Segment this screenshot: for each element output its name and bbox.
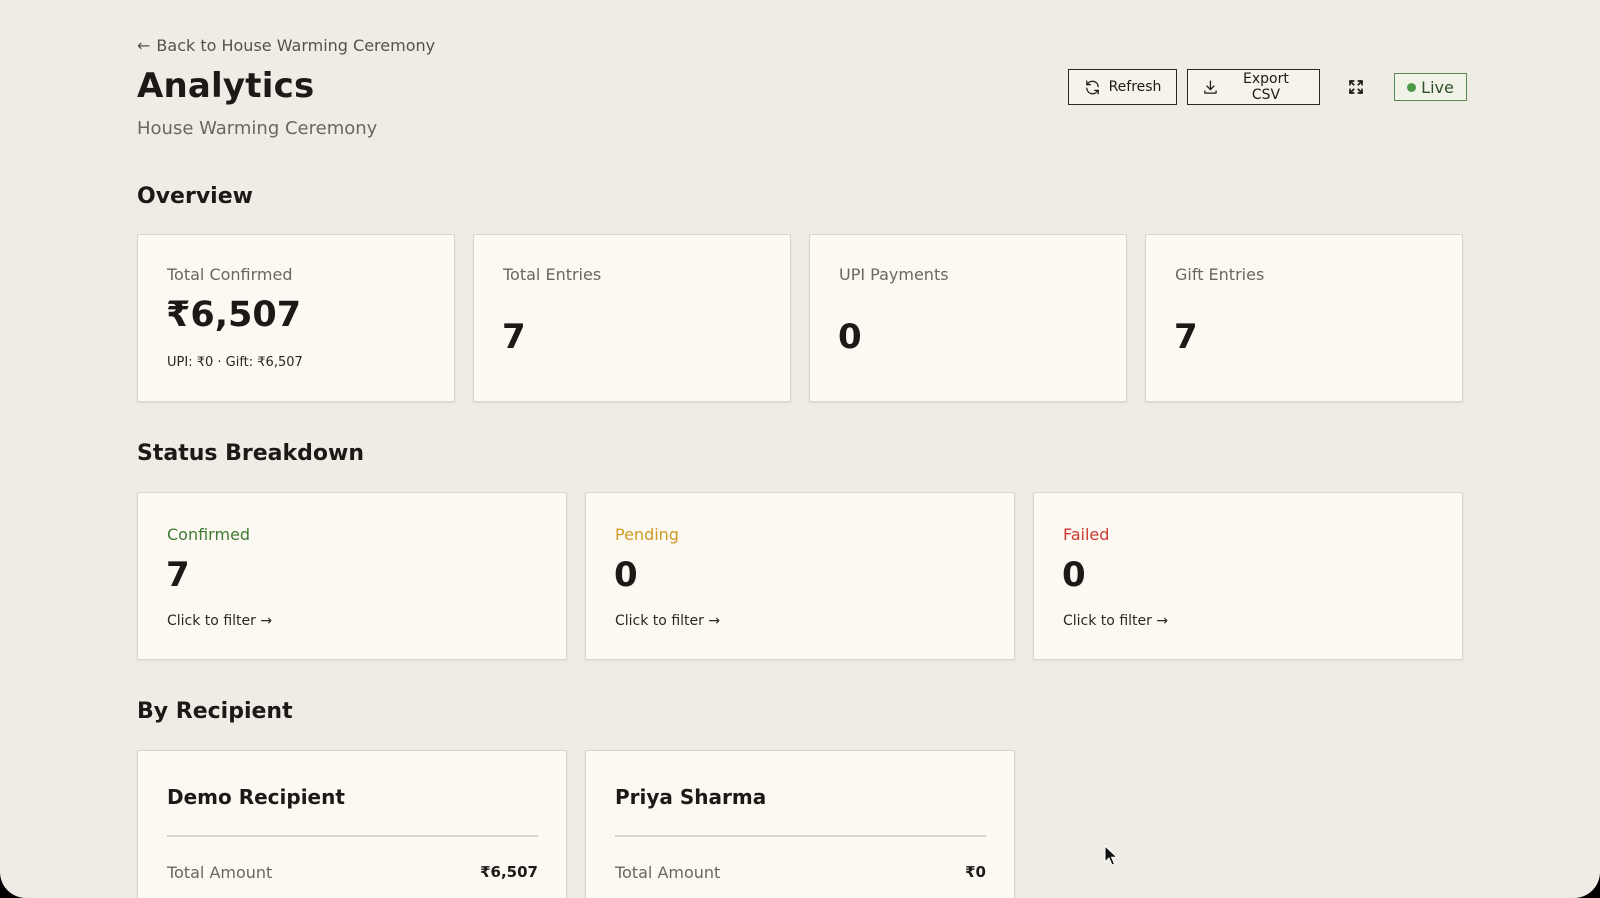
status-dot-icon [1407, 82, 1417, 92]
live-label: Live [1421, 77, 1454, 97]
card-value: 7 [1174, 317, 1198, 357]
card-value: 0 [838, 317, 862, 357]
status-value: 0 [1062, 555, 1086, 595]
recipient-card-priya: Priya Sharma Total Amount ₹0 [585, 750, 1015, 898]
refresh-button-label: Refresh [1108, 79, 1162, 95]
card-value: 7 [502, 317, 526, 357]
status-value: 7 [166, 555, 190, 595]
card-label: UPI Payments [839, 265, 949, 284]
status-label: Failed [1063, 525, 1110, 544]
refresh-icon [1085, 79, 1099, 95]
refresh-button[interactable]: Refresh [1068, 69, 1177, 105]
row-label: Total Amount [615, 863, 721, 882]
mouse-cursor-icon [1104, 845, 1119, 866]
divider [167, 835, 538, 837]
row-value: ₹6,507 [480, 863, 538, 881]
export-csv-button-label: Export CSV [1243, 71, 1289, 103]
overview-title: Overview [137, 184, 253, 209]
divider [615, 835, 986, 837]
download-icon [1204, 80, 1217, 94]
recipient-total-row: Total Amount ₹0 [615, 863, 986, 882]
status-card-pending[interactable]: Pending 0 Click to filter → [585, 492, 1015, 660]
overview-card-total-entries: Total Entries 7 [473, 234, 791, 402]
fullscreen-button[interactable] [1346, 77, 1366, 97]
recipient-card-demo: Demo Recipient Total Amount ₹6,507 [137, 750, 567, 898]
app-window: ← Back to House Warming Ceremony Analyti… [0, 0, 1600, 898]
overview-card-gift-entries: Gift Entries 7 [1145, 234, 1463, 402]
expand-icon [1349, 80, 1363, 94]
status-label: Pending [615, 525, 679, 544]
recipient-name: Demo Recipient [167, 785, 345, 809]
filter-link[interactable]: Click to filter → [167, 613, 272, 629]
toolbar: Refresh Export CSV Live [1068, 68, 1467, 106]
recipient-name: Priya Sharma [615, 785, 767, 809]
status-label: Confirmed [167, 525, 251, 544]
arrow-left-icon: ← [137, 36, 151, 55]
page-subtitle: House Warming Ceremony [137, 118, 378, 139]
back-link[interactable]: ← Back to House Warming Ceremony [137, 36, 435, 55]
status-card-confirmed[interactable]: Confirmed 7 Click to filter → [137, 492, 567, 660]
row-value: ₹0 [965, 863, 986, 881]
status-card-failed[interactable]: Failed 0 Click to filter → [1033, 492, 1463, 660]
by-recipient-title: By Recipient [137, 699, 293, 724]
status-value: 0 [614, 555, 638, 595]
overview-card-total-confirmed: Total Confirmed ₹6,507 UPI: ₹0 · Gift: ₹… [137, 234, 455, 402]
page-title: Analytics [137, 66, 315, 106]
card-subtext: UPI: ₹0 · Gift: ₹6,507 [167, 355, 303, 370]
recipient-total-row: Total Amount ₹6,507 [167, 863, 538, 882]
status-breakdown-title: Status Breakdown [137, 441, 365, 466]
card-value: ₹6,507 [166, 295, 302, 335]
card-label: Gift Entries [1175, 265, 1265, 284]
card-label: Total Entries [503, 265, 602, 284]
row-label: Total Amount [167, 863, 273, 882]
export-csv-button[interactable]: Export CSV [1187, 69, 1320, 105]
filter-link[interactable]: Click to filter → [615, 613, 720, 629]
card-label: Total Confirmed [167, 265, 293, 284]
filter-link[interactable]: Click to filter → [1063, 613, 1168, 629]
back-link-label: Back to House Warming Ceremony [156, 36, 436, 55]
overview-card-upi-payments: UPI Payments 0 [809, 234, 1127, 402]
live-status-badge: Live [1394, 73, 1467, 101]
